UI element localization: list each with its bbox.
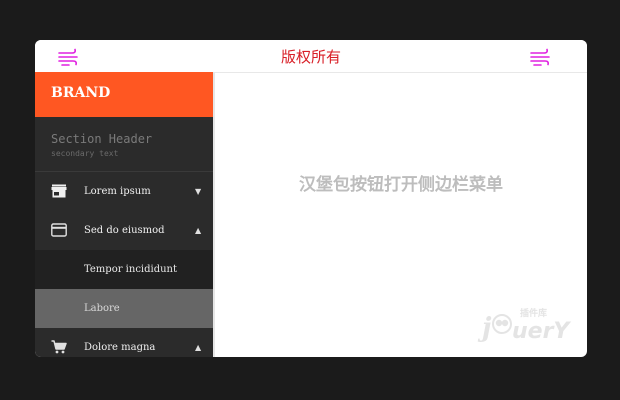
caret-up-icon: ▲ (195, 343, 202, 352)
section-title: Section Header (51, 132, 153, 146)
sidebar: BRAND Section Header secondary text Lore… (35, 72, 213, 357)
watermark-subtext: 插件库 (520, 307, 547, 319)
sidebar-item-lorem-ipsum[interactable]: Lorem ipsum ▼ (35, 172, 213, 211)
app-window: 版权所有 BRAND Section Header secondary text… (35, 40, 587, 357)
brand-header[interactable]: BRAND (35, 72, 213, 117)
hamburger-menu-icon[interactable] (529, 47, 553, 67)
watermark-text: uerY (512, 319, 571, 344)
sidebar-item-sed-do-eiusmod[interactable]: Sed do eiusmod ▲ (35, 211, 213, 250)
caret-up-icon: ▲ (195, 226, 202, 235)
copyright-title: 版权所有 (280, 48, 341, 66)
section-header: Section Header secondary text (35, 117, 213, 172)
shopping-cart-icon (51, 340, 67, 354)
sidebar-item-label: Dolore magna (84, 342, 156, 353)
section-subtitle: secondary text (51, 149, 119, 158)
sidebar-item-label: Sed do eiusmod (84, 225, 165, 236)
jquery-logo: j uerY 插件库 (477, 307, 571, 344)
top-bar: 版权所有 (35, 40, 587, 73)
sidebar-item-label: Lorem ipsum (84, 186, 151, 197)
sidebar-divider (213, 72, 215, 357)
sidebar-subitem-labore[interactable]: Labore (35, 289, 213, 328)
sidebar-subitem-tempor-incididunt[interactable]: Tempor incididunt (35, 250, 213, 289)
store-icon (51, 184, 67, 198)
main-message: 汉堡包按钮打开侧边栏菜单 (299, 175, 503, 195)
watermark-j: j (477, 313, 492, 343)
credit-card-icon (51, 223, 67, 237)
sidebar-item-dolore-magna[interactable]: Dolore magna ▲ (35, 328, 213, 357)
caret-down-icon: ▼ (195, 187, 202, 196)
